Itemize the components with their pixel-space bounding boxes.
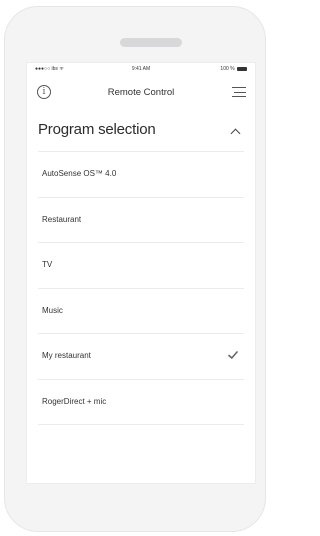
battery-icon — [237, 66, 247, 71]
phone-frame: ●●●○○ ibs ᯤ 9:41 AM 100 % i Remote Contr… — [4, 6, 266, 532]
program-label: My restaurant — [42, 351, 91, 360]
page-title: Remote Control — [107, 87, 175, 98]
status-battery: 100 % — [220, 66, 247, 72]
program-item-rogerdirect[interactable]: RogerDirect + mic — [38, 380, 244, 425]
program-label: Music — [42, 305, 63, 315]
program-label: AutoSense OS™ 4.0 — [42, 169, 117, 178]
section-title: Program selection — [38, 121, 156, 138]
program-label: Restaurant — [42, 214, 82, 224]
program-item-music[interactable]: Music — [38, 289, 244, 334]
phone-speaker — [120, 38, 182, 47]
chevron-up-icon[interactable] — [230, 128, 241, 139]
app-screen: ●●●○○ ibs ᯤ 9:41 AM 100 % i Remote Contr… — [26, 62, 256, 484]
nav-bar: i Remote Control — [27, 77, 255, 109]
checkmark-icon — [228, 351, 238, 359]
program-item-autosense[interactable]: AutoSense OS™ 4.0 — [38, 152, 244, 198]
program-label: RogerDirect + mic — [42, 396, 107, 406]
status-bar: ●●●○○ ibs ᯤ 9:41 AM 100 % — [27, 63, 255, 75]
program-item-tv[interactable]: TV — [38, 243, 244, 289]
program-item-my-restaurant[interactable]: My restaurant — [38, 334, 244, 380]
menu-icon[interactable] — [232, 87, 246, 98]
program-selection-header[interactable]: Program selection — [27, 109, 255, 153]
program-item-restaurant[interactable]: Restaurant — [38, 198, 244, 243]
battery-percent: 100 % — [220, 66, 235, 72]
program-label: TV — [42, 260, 53, 269]
program-list: AutoSense OS™ 4.0 Restaurant TV Music My… — [27, 152, 255, 425]
